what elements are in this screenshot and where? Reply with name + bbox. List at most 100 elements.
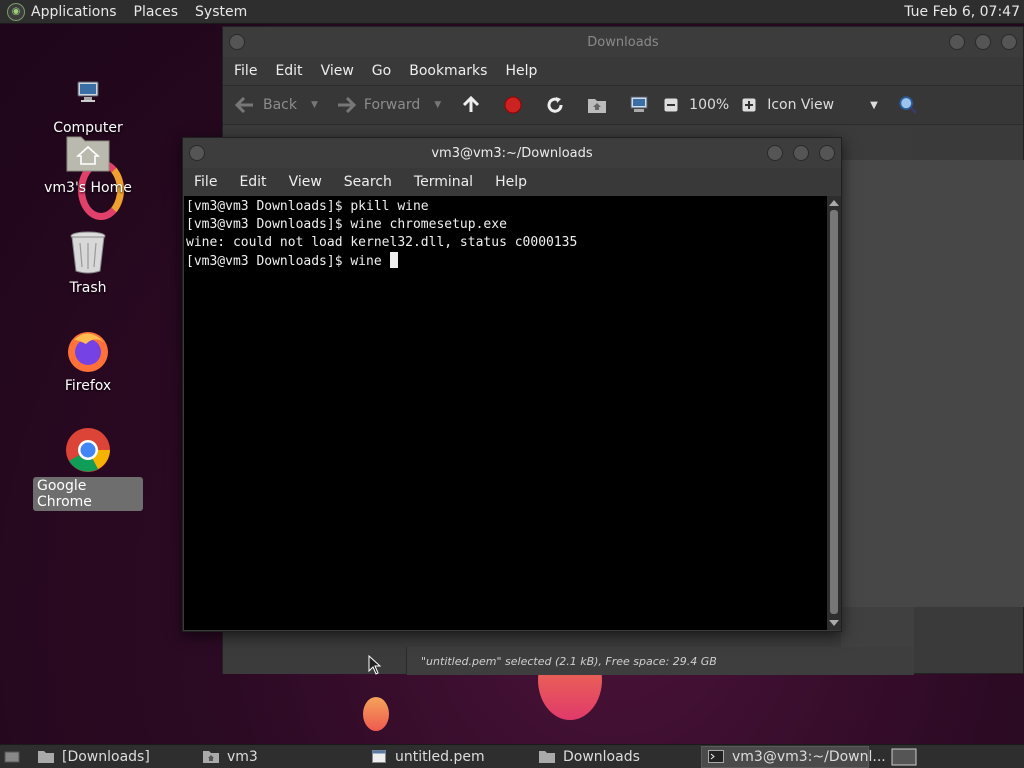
reload-icon: [545, 95, 565, 115]
stop-button[interactable]: [503, 95, 531, 115]
menu-edit[interactable]: Edit: [239, 174, 266, 190]
folder-icon: [539, 750, 555, 764]
window-titlebar[interactable]: Downloads: [223, 27, 1023, 57]
desktop-icon-label: vm3's Home: [44, 180, 132, 196]
status-bar: "untitled.pem" selected (2.1 kB), Free s…: [406, 647, 914, 675]
close-button[interactable]: [819, 145, 835, 161]
scrollbar[interactable]: [827, 196, 841, 630]
zoom-in-button[interactable]: Icon View ▼: [739, 95, 878, 115]
menu-terminal[interactable]: Terminal: [414, 174, 473, 190]
terminal-line: [vm3@vm3 Downloads]$ wine: [186, 254, 390, 269]
menu-bookmarks[interactable]: Bookmarks: [409, 63, 487, 79]
chevron-down-icon[interactable]: ▼: [870, 100, 878, 111]
search-button[interactable]: [898, 95, 926, 115]
desktop-icon-trash[interactable]: Trash: [33, 228, 143, 297]
scroll-down-icon[interactable]: [829, 620, 839, 626]
folder-icon: [38, 750, 54, 764]
close-button[interactable]: [1001, 34, 1017, 50]
terminal-line: wine: could not load kernel32.dll, statu…: [186, 235, 578, 250]
zoom-level[interactable]: 100%: [689, 97, 729, 113]
home-button[interactable]: [587, 95, 615, 115]
desktop-icon-chrome[interactable]: Google Chrome: [33, 426, 143, 511]
terminal-line: [vm3@vm3 Downloads]$ pkill wine: [186, 199, 429, 214]
taskbar-label: [Downloads]: [62, 748, 150, 765]
desktop-icon-label: Firefox: [64, 378, 112, 394]
scrollbar-thumb[interactable]: [830, 210, 838, 614]
taskbar-label: vm3: [227, 748, 258, 765]
menu-go[interactable]: Go: [372, 63, 391, 79]
text-cursor: [389, 252, 398, 268]
home-folder-icon: [64, 128, 112, 176]
desktop-icon-home[interactable]: vm3's Home: [33, 128, 143, 197]
taskbar-label: Downloads: [563, 748, 640, 765]
taskbar-item-downloads-bracket[interactable]: [Downloads]: [32, 746, 197, 768]
maximize-button[interactable]: [793, 145, 809, 161]
toolbar: Back ▼ Forward ▼ 100% Icon View ▼: [223, 85, 1023, 125]
firefox-icon: [64, 326, 112, 374]
terminal-output[interactable]: [vm3@vm3 Downloads]$ pkill wine [vm3@vm3 …: [184, 196, 827, 630]
trash-icon: [64, 228, 112, 276]
menu-edit[interactable]: Edit: [275, 63, 302, 79]
search-icon: [898, 95, 918, 115]
workspace-switcher[interactable]: [885, 746, 931, 768]
menu-file[interactable]: File: [194, 174, 217, 190]
window-title: Downloads: [587, 34, 659, 50]
stop-icon: [503, 95, 523, 115]
desktop-icon-firefox[interactable]: Firefox: [33, 326, 143, 395]
terminal-icon: [708, 750, 724, 764]
menu-help[interactable]: Help: [495, 174, 527, 190]
file-view-area-visible: [841, 607, 914, 647]
distro-logo-icon[interactable]: ◉: [7, 2, 25, 21]
menu-system[interactable]: System: [195, 4, 247, 20]
menu-help[interactable]: Help: [505, 63, 537, 79]
show-desktop-button[interactable]: [0, 746, 32, 768]
terminal-prompt-line[interactable]: [vm3@vm3 Downloads]$ wine: [186, 252, 825, 271]
desktop-icon-label: Trash: [69, 280, 107, 296]
view-mode-select[interactable]: Icon View: [767, 97, 834, 113]
arrow-up-icon: [461, 95, 481, 115]
taskbar-item-downloads[interactable]: Downloads: [533, 746, 701, 768]
menu-places[interactable]: Places: [134, 4, 179, 20]
taskbar-item-terminal[interactable]: vm3@vm3:~/Downl...: [701, 745, 886, 768]
computer-button[interactable]: [629, 95, 657, 115]
forward-label: Forward: [363, 97, 421, 113]
up-button[interactable]: [461, 95, 489, 115]
file-view-area-visible[interactable]: [841, 160, 1024, 607]
chevron-down-icon[interactable]: ▼: [434, 100, 441, 110]
wallpaper-blob-small: [363, 697, 389, 731]
reload-button[interactable]: [545, 95, 573, 115]
menubar: File Edit View Go Bookmarks Help: [223, 57, 1023, 85]
clock[interactable]: Tue Feb 6, 07:47: [904, 4, 1020, 20]
chevron-down-icon[interactable]: ▼: [311, 100, 318, 110]
window-title: vm3@vm3:~/Downloads: [431, 145, 593, 161]
zoom-out-button[interactable]: 100%: [661, 95, 729, 115]
scroll-up-icon[interactable]: [829, 200, 839, 206]
taskbar-item-vm3[interactable]: vm3: [197, 746, 365, 768]
window-menu-button[interactable]: [189, 145, 205, 161]
menu-applications[interactable]: Applications: [31, 4, 117, 20]
menu-search[interactable]: Search: [344, 174, 392, 190]
taskbar-label: vm3@vm3:~/Downl...: [732, 748, 886, 765]
mouse-pointer-icon: [368, 655, 382, 675]
maximize-button[interactable]: [975, 34, 991, 50]
show-desktop-icon: [4, 750, 20, 764]
minimize-button[interactable]: [949, 34, 965, 50]
window-titlebar[interactable]: vm3@vm3:~/Downloads: [183, 138, 841, 168]
terminal-window: vm3@vm3:~/Downloads File Edit View Searc…: [182, 137, 842, 632]
chrome-icon: [64, 426, 112, 474]
desktop-icon-computer[interactable]: Computer: [33, 68, 143, 137]
menubar: File Edit View Search Terminal Help: [183, 168, 841, 195]
desktop-icon-label: Google Chrome: [33, 477, 143, 511]
zoom-out-icon: [661, 95, 681, 115]
menu-file[interactable]: File: [234, 63, 257, 79]
terminal-line: [vm3@vm3 Downloads]$ wine chromesetup.ex…: [186, 217, 507, 232]
menu-view[interactable]: View: [289, 174, 322, 190]
menu-view[interactable]: View: [321, 63, 354, 79]
computer-icon: [64, 68, 112, 116]
forward-button[interactable]: Forward ▼: [336, 95, 441, 115]
back-button[interactable]: Back ▼: [235, 95, 318, 115]
window-menu-button[interactable]: [229, 34, 245, 50]
bottom-panel: [Downloads] vm3 untitled.pem Downloads v…: [0, 744, 1024, 768]
minimize-button[interactable]: [767, 145, 783, 161]
taskbar-item-untitled-pem[interactable]: untitled.pem: [365, 746, 533, 768]
